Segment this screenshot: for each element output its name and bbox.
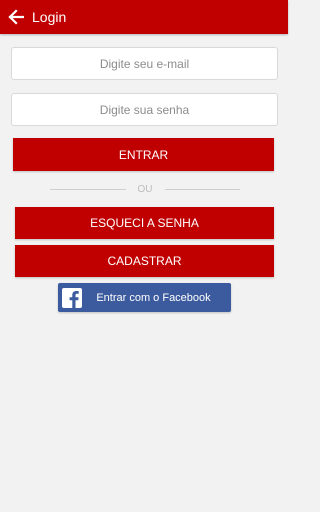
email-field[interactable] (11, 47, 278, 80)
register-label: CADASTRAR (107, 254, 182, 268)
facebook-icon (62, 287, 82, 308)
facebook-login-button[interactable]: Entrar com o Facebook (58, 283, 231, 312)
separator-label: OU (137, 183, 153, 195)
page-title: Login (32, 9, 67, 25)
login-button[interactable]: ENTRAR (13, 138, 274, 171)
or-separator: OU (50, 183, 240, 195)
facebook-login-label: Entrar com o Facebook (96, 291, 211, 304)
forgot-password-label: ESQUECI A SENHA (90, 216, 199, 230)
arrow-left-icon (8, 9, 24, 25)
forgot-password-button[interactable]: ESQUECI A SENHA (15, 207, 274, 239)
login-button-label: ENTRAR (118, 147, 169, 162)
password-field[interactable] (11, 93, 278, 126)
separator-line-right (164, 188, 240, 190)
separator-line-left (50, 188, 126, 190)
register-button[interactable]: CADASTRAR (15, 245, 274, 277)
back-button[interactable] (2, 0, 30, 34)
app-bar: Login (0, 0, 288, 34)
